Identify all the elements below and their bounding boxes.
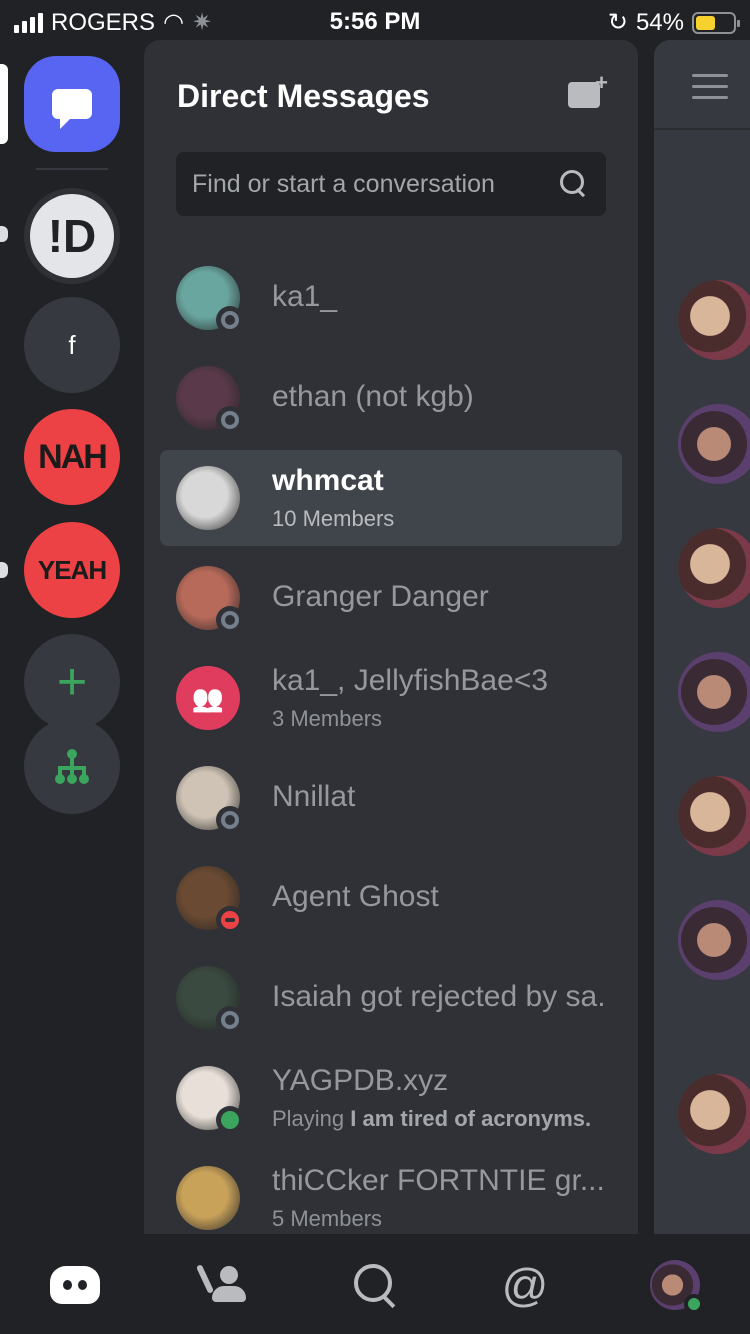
dm-name: Isaiah got rejected by sa. <box>272 980 606 1013</box>
server-nah-label: NAH <box>38 437 108 476</box>
dm-name: ka1_ <box>272 280 338 313</box>
direct-messages-icon <box>52 89 92 129</box>
dm-item[interactable]: Granger Danger <box>160 550 622 646</box>
tab-bar: @ <box>0 1234 750 1334</box>
battery-icon <box>692 11 740 34</box>
status-indicator <box>216 606 244 634</box>
hierarchy-icon <box>55 749 89 784</box>
tab-profile[interactable] <box>650 1260 704 1314</box>
discord-server-icon: !D <box>30 194 114 278</box>
message-avatar <box>678 1074 750 1154</box>
search-placeholder: Find or start a conversation <box>192 170 495 198</box>
status-indicator <box>216 306 244 334</box>
orientation-lock-icon: ↻ <box>607 9 628 36</box>
dm-name: whmcat <box>272 464 384 497</box>
server-yeah-label: YEAH <box>37 554 107 585</box>
avatar <box>176 466 240 530</box>
dm-item[interactable]: ka1_, JellyfishBae<3 3 Members <box>160 650 622 746</box>
status-indicator <box>216 806 244 834</box>
tab-search[interactable] <box>350 1260 400 1310</box>
tab-home[interactable] <box>50 1260 100 1310</box>
dm-name: ethan (not kgb) <box>272 380 474 413</box>
dm-item[interactable]: thiCCker FORTNTIE gr... 5 Members <box>160 1150 622 1234</box>
dnd-status-icon <box>221 911 239 929</box>
server-discord-icon[interactable]: !D <box>24 188 120 284</box>
status-indicator <box>216 906 244 934</box>
dm-subtitle: 10 Members <box>272 506 395 531</box>
plus-icon: + <box>595 70 608 95</box>
server-nah[interactable]: NAH <box>24 409 120 505</box>
rail-separator <box>36 168 108 170</box>
plus-icon: + <box>56 653 88 711</box>
dm-item[interactable]: Nnillat <box>160 750 622 846</box>
status-right: ↻ 54% <box>607 8 740 37</box>
message-avatar <box>678 652 750 732</box>
message-avatar <box>678 280 750 360</box>
dm-name: Nnillat <box>272 780 356 813</box>
dm-name: thiCCker FORTNTIE gr... <box>272 1164 605 1197</box>
dm-item[interactable]: ka1_ <box>160 250 622 346</box>
activity-name: I am tired of acronyms. <box>350 1106 592 1131</box>
dm-name: ka1_, JellyfishBae<3 <box>272 664 549 697</box>
message-avatar <box>678 776 750 856</box>
header-divider <box>654 128 750 130</box>
discord-home-icon <box>50 1266 100 1304</box>
explore-servers-button[interactable] <box>24 718 120 814</box>
dm-item[interactable]: YAGPDB.xyz Playing I am tired of acronyms… <box>160 1050 622 1146</box>
page-title: Direct Messages <box>177 78 430 114</box>
dm-panel: Direct Messages + Find or start a conver… <box>144 40 638 1234</box>
online-status-icon <box>221 1111 239 1129</box>
activity-prefix: Playing <box>272 1106 351 1131</box>
dm-item[interactable]: ethan (not kgb) <box>160 350 622 446</box>
status-indicator <box>216 1106 244 1134</box>
status-bar: ROGERS ◠ ✷ 5:56 PM ↻ 54% <box>0 0 750 40</box>
chat-peek[interactable] <box>654 40 750 1234</box>
dm-item[interactable]: Isaiah got rejected by sa. <box>160 950 622 1046</box>
tab-friends[interactable] <box>195 1260 250 1310</box>
menu-icon[interactable] <box>692 74 728 107</box>
dm-item[interactable]: Agent Ghost <box>160 850 622 946</box>
discord-app: ROGERS ◠ ✷ 5:56 PM ↻ 54% !D f NAH YEAH +… <box>0 0 750 1334</box>
server-f-label: f <box>68 329 76 360</box>
server-yeah[interactable]: YEAH <box>24 522 120 618</box>
dm-name: Agent Ghost <box>272 880 439 913</box>
search-input[interactable]: Find or start a conversation <box>176 152 606 216</box>
message-avatar <box>678 900 750 980</box>
offline-status-icon <box>221 411 239 429</box>
new-group-dm-button[interactable]: + <box>568 70 608 112</box>
selected-indicator <box>0 64 8 144</box>
unread-indicator <box>0 562 8 578</box>
dm-activity: Playing I am tired of acronyms. <box>272 1106 591 1132</box>
status-indicator <box>216 1006 244 1034</box>
friends-icon <box>195 1264 215 1294</box>
server-rail: !D f NAH YEAH + <box>0 40 144 1234</box>
direct-messages-button[interactable] <box>24 56 120 152</box>
dm-item[interactable]: whmcat 10 Members <box>160 450 622 546</box>
message-avatar <box>678 528 750 608</box>
tab-mentions[interactable]: @ <box>500 1260 550 1310</box>
dm-name: Granger Danger <box>272 580 489 613</box>
server-f[interactable]: f <box>24 297 120 393</box>
at-icon: @ <box>501 1259 549 1311</box>
offline-status-icon <box>221 1011 239 1029</box>
offline-status-icon <box>221 611 239 629</box>
add-server-button[interactable]: + <box>24 634 120 730</box>
group-dm-icon <box>176 666 240 730</box>
offline-status-icon <box>221 811 239 829</box>
dm-name: YAGPDB.xyz <box>272 1064 449 1097</box>
online-status-icon <box>684 1294 704 1314</box>
status-indicator <box>216 406 244 434</box>
dm-subtitle: 3 Members <box>272 706 383 731</box>
offline-status-icon <box>221 311 239 329</box>
message-avatar <box>678 404 750 484</box>
battery-percent: 54% <box>635 8 684 36</box>
unread-indicator <box>0 226 8 242</box>
dm-subtitle: 5 Members <box>272 1206 383 1231</box>
search-icon <box>560 170 586 196</box>
avatar <box>176 1166 240 1230</box>
